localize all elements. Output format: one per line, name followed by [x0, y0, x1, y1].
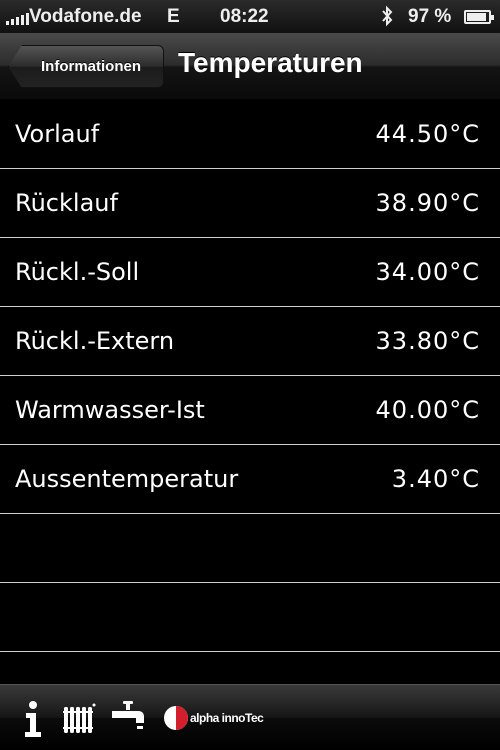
item-label: Rückl.-Extern	[15, 327, 175, 355]
brand-logo[interactable]: alpha innoTec	[163, 697, 273, 739]
info-icon[interactable]	[20, 697, 46, 739]
item-value: 38.90°C	[375, 189, 480, 217]
item-label: Rückl.-Soll	[15, 258, 140, 286]
item-label: Rücklauf	[15, 189, 118, 217]
list-item: Rückl.-Extern 33.80°C	[0, 307, 500, 376]
status-time: 08:22	[220, 6, 269, 27]
list-item: Vorlauf 44.50°C	[0, 100, 500, 169]
list-item: Rückl.-Soll 34.00°C	[0, 238, 500, 307]
back-button[interactable]: Informationen	[8, 45, 164, 88]
item-label: Vorlauf	[15, 120, 100, 148]
empty-row	[0, 514, 500, 583]
signal-icon	[6, 11, 29, 25]
status-bar: Vodafone.de E 08:22 97 %	[0, 0, 500, 33]
page-title: Temperaturen	[178, 47, 363, 78]
list-item: Warmwasser-Ist 40.00°C	[0, 376, 500, 445]
bluetooth-icon	[382, 5, 393, 27]
tab-bar: alpha innoTec	[0, 684, 500, 750]
item-value: 40.00°C	[375, 396, 480, 424]
brand-logo-text: alpha innoTec	[190, 711, 264, 725]
temperature-list: Vorlauf 44.50°C Rücklauf 38.90°C Rückl.-…	[0, 100, 500, 652]
list-item: Aussentemperatur 3.40°C	[0, 445, 500, 514]
carrier-name: Vodafone.de	[29, 6, 142, 27]
battery-icon	[464, 10, 494, 24]
navigation-bar: Informationen Temperaturen	[0, 33, 500, 100]
logo-mark-icon	[164, 706, 188, 730]
item-value: 3.40°C	[391, 465, 480, 493]
item-value: 33.80°C	[375, 327, 480, 355]
battery-percent: 97 %	[408, 6, 452, 27]
network-type: E	[167, 6, 180, 27]
list-item: Rücklauf 38.90°C	[0, 169, 500, 238]
item-label: Aussentemperatur	[15, 465, 239, 493]
item-value: 34.00°C	[375, 258, 480, 286]
water-tap-icon[interactable]	[110, 697, 146, 739]
item-label: Warmwasser-Ist	[15, 396, 205, 424]
item-value: 44.50°C	[375, 120, 480, 148]
radiator-icon[interactable]	[62, 697, 96, 739]
empty-row	[0, 583, 500, 652]
